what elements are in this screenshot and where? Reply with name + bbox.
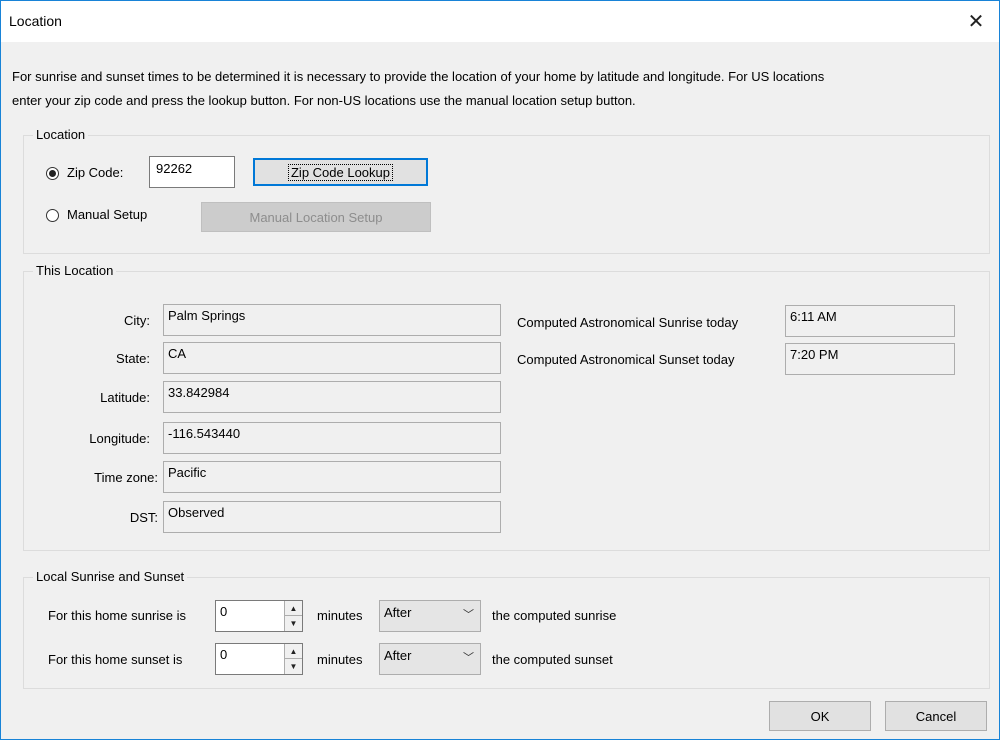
manual-setup-radio[interactable] xyxy=(46,209,59,222)
location-group-label: Location xyxy=(33,127,89,142)
longitude-value: -116.543440 xyxy=(163,422,501,454)
close-icon[interactable]: ✕ xyxy=(953,1,999,42)
intro-text: For sunrise and sunset times to be deter… xyxy=(12,65,982,113)
window-title: Location xyxy=(9,13,62,29)
sunrise-label: Computed Astronomical Sunrise today xyxy=(517,315,739,330)
local-group-label: Local Sunrise and Sunset xyxy=(33,569,188,584)
sunset-offset-value: 0 xyxy=(220,647,228,662)
spin-down-icon[interactable]: ▼ xyxy=(285,616,302,631)
this-location-group: This Location City: Palm Springs State: … xyxy=(23,263,990,551)
spin-up-icon[interactable]: ▲ xyxy=(285,601,302,616)
intro-line-2: enter your zip code and press the lookup… xyxy=(12,93,636,108)
state-value: CA xyxy=(163,342,501,374)
location-group: Location Zip Code: 92262 Zip Code Lookup… xyxy=(23,127,990,254)
chevron-down-icon: ﹀ xyxy=(463,652,474,664)
dst-label: DST: xyxy=(129,510,158,525)
sunset-direction-select[interactable]: After ﹀ xyxy=(379,643,481,675)
sunrise-offset-prefix: For this home sunrise is xyxy=(48,608,186,623)
sunrise-offset-stepper[interactable]: 0 ▲ ▼ xyxy=(215,600,303,632)
zip-code-radio-label: Zip Code: xyxy=(67,165,124,180)
time-zone-value: Pacific xyxy=(163,461,501,493)
dst-value: Observed xyxy=(163,501,501,533)
longitude-label: Longitude: xyxy=(89,431,150,446)
cancel-button[interactable]: Cancel xyxy=(885,701,987,731)
sunset-offset-unit: minutes xyxy=(317,652,363,667)
sunrise-value: 6:11 AM xyxy=(785,305,955,337)
sunset-offset-suffix: the computed sunset xyxy=(492,652,613,667)
this-location-group-label: This Location xyxy=(33,263,117,278)
zip-code-lookup-label: Zip Code Lookup xyxy=(287,163,394,181)
sunrise-offset-suffix: the computed sunrise xyxy=(492,608,617,623)
ok-button[interactable]: OK xyxy=(769,701,871,731)
latitude-label: Latitude: xyxy=(100,390,150,405)
sunset-value: 7:20 PM xyxy=(785,343,955,375)
state-label: State: xyxy=(116,351,150,366)
manual-location-setup-button[interactable]: Manual Location Setup xyxy=(201,202,431,232)
zip-code-lookup-button[interactable]: Zip Code Lookup xyxy=(253,158,428,186)
sunset-stepper-buttons: ▲ ▼ xyxy=(284,644,302,674)
sunrise-offset-unit: minutes xyxy=(317,608,363,623)
sunset-offset-stepper[interactable]: 0 ▲ ▼ xyxy=(215,643,303,675)
sunset-offset-prefix: For this home sunset is xyxy=(48,652,183,667)
zip-code-radio[interactable] xyxy=(46,167,59,180)
sunset-label: Computed Astronomical Sunset today xyxy=(517,352,735,367)
local-sunrise-sunset-group: Local Sunrise and Sunset For this home s… xyxy=(23,569,990,689)
dialog-window: Location ✕ For sunrise and sunset times … xyxy=(0,0,1000,740)
city-label: City: xyxy=(124,313,150,328)
latitude-value: 33.842984 xyxy=(163,381,501,413)
manual-setup-radio-label: Manual Setup xyxy=(67,207,148,222)
intro-line-1: For sunrise and sunset times to be deter… xyxy=(12,69,825,84)
sunrise-direction-value: After xyxy=(384,605,412,620)
spin-down-icon[interactable]: ▼ xyxy=(285,659,302,674)
spin-up-icon[interactable]: ▲ xyxy=(285,644,302,659)
title-bar: Location ✕ xyxy=(1,1,999,42)
sunrise-direction-select[interactable]: After ﹀ xyxy=(379,600,481,632)
zip-code-input[interactable]: 92262 xyxy=(149,156,235,188)
city-value: Palm Springs xyxy=(163,304,501,336)
sunrise-stepper-buttons: ▲ ▼ xyxy=(284,601,302,631)
time-zone-label: Time zone: xyxy=(94,470,158,485)
sunrise-offset-value: 0 xyxy=(220,604,228,619)
chevron-down-icon: ﹀ xyxy=(463,609,474,621)
sunset-direction-value: After xyxy=(384,648,412,663)
